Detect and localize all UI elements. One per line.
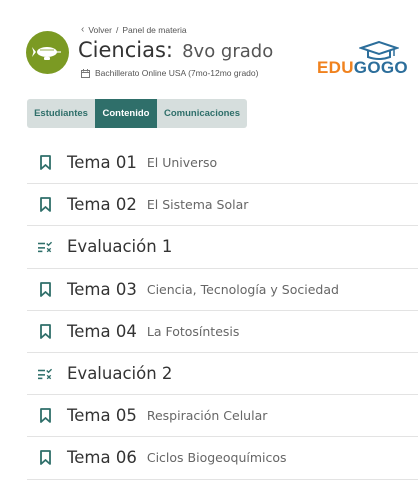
page-title: Ciencias: 8vo grado [78,38,273,62]
logo-wordmark: EDUGOGO [317,58,408,77]
item-description: La Fotosíntesis [146,323,240,339]
item-description: El Sistema Solar [146,197,249,213]
breadcrumb-current: Panel de materia [122,24,187,35]
program-info: Bachillerato Online USA (7mo-12mo grado) [81,68,258,78]
bookmark-icon [38,408,52,424]
list-item[interactable]: Evaluación 2 [27,353,418,396]
list-item[interactable]: Tema 06 Ciclos Biogeoquímicos [27,437,418,480]
item-name: Evaluación 2 [67,364,173,384]
list-item[interactable]: Tema 03 Ciencia, Tecnología y Sociedad [27,269,418,311]
list-item[interactable]: Tema 04 La Fotosíntesis [27,311,418,353]
bookmark-icon [38,197,52,213]
tab-bar: Estudiantes Contenido Comunicaciones [27,99,247,128]
item-description: Ciencia, Tecnología y Sociedad [146,281,339,297]
item-name: Tema 04 [67,321,137,341]
item-name: Evaluación 1 [67,237,173,257]
edugogo-logo: EDUGOGO [314,41,408,79]
list-item[interactable]: Tema 01 El Universo [27,142,418,185]
bookmark-icon [38,155,52,171]
chevron-left-icon[interactable]: ‹ [81,24,84,35]
item-description: El Universo [146,155,218,171]
bookmark-icon [38,450,52,466]
subject-header: ‹ Volver / Panel de materia Ciencias: 8v… [0,0,418,95]
list-item[interactable]: Tema 02 El Sistema Solar [27,184,418,227]
program-label: Bachillerato Online USA (7mo-12mo grado) [95,68,259,78]
back-link[interactable]: Volver [88,25,112,35]
calendar-icon [81,68,90,78]
checklist-icon [38,239,52,255]
grade-label: 8vo grado [182,41,274,62]
list-item[interactable]: Evaluación 1 [27,226,418,269]
item-name: Tema 02 [67,195,137,215]
checklist-icon [38,366,52,382]
breadcrumb-separator: / [115,24,119,35]
content-list: Tema 01 El Universo Tema 02 El Sistema S… [27,142,418,480]
item-name: Tema 01 [67,153,137,173]
tab-estudiantes[interactable]: Estudiantes [27,99,95,128]
breadcrumb: ‹ Volver / Panel de materia [81,24,187,35]
tab-comunicaciones[interactable]: Comunicaciones [157,99,247,128]
bookmark-icon [38,281,52,297]
item-description: Ciclos Biogeoquímicos [146,450,287,466]
tab-contenido[interactable]: Contenido [95,99,157,128]
list-item[interactable]: Tema 05 Respiración Celular [27,395,418,438]
subject-avatar [26,31,69,74]
item-name: Tema 06 [67,448,137,468]
blimp-icon [31,46,61,60]
bookmark-icon [38,323,52,339]
item-description: Respiración Celular [146,408,268,424]
item-name: Tema 03 [67,279,137,299]
item-name: Tema 05 [67,406,137,426]
subject-name: Ciencias: [78,38,173,62]
